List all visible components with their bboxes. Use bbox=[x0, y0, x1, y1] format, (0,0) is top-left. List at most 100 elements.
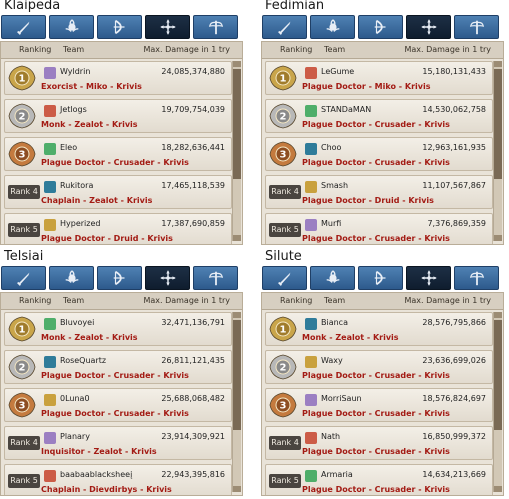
max-damage: 7,376,869,359 bbox=[427, 219, 486, 228]
rank-medal-icon: 3 bbox=[7, 391, 37, 419]
ranking-row[interactable]: Rank 5 Armaria 14,634,213,669 Plague Doctor… bbox=[265, 464, 493, 495]
player-avatar-icon bbox=[305, 67, 317, 79]
tab-fireball[interactable] bbox=[310, 15, 355, 39]
team-classes: Plague Doctor - Crusader - Krivis bbox=[41, 158, 189, 167]
team-classes: Plague Doctor - Miko - Krivis bbox=[302, 82, 431, 91]
ranking-row[interactable]: Rank 4 Nath 16,850,999,372 Plague Doctor - … bbox=[265, 426, 493, 460]
scrollbar[interactable] bbox=[232, 61, 241, 241]
server-panel-klaipeda: Klaipeda Ranking Team Max. Damage in 1 try… bbox=[0, 0, 243, 247]
player-avatar-icon bbox=[44, 67, 56, 79]
ranking-row[interactable]: 3 MorriSaun 18,576,824,697 Plague Doctor - … bbox=[265, 388, 493, 422]
team-classes: Monk - Zealot - Krivis bbox=[41, 120, 138, 129]
tab-bow[interactable] bbox=[97, 266, 142, 290]
bow-icon bbox=[372, 269, 390, 287]
rank-medal-icon: 2 bbox=[7, 353, 37, 381]
fireball-icon bbox=[63, 18, 81, 36]
tab-fireball[interactable] bbox=[310, 266, 355, 290]
fireball-icon bbox=[63, 269, 81, 287]
tab-fireball[interactable] bbox=[49, 266, 94, 290]
leaderboard-header: Ranking Team Max. Damage in 1 try bbox=[1, 293, 242, 310]
ranking-row[interactable]: 1 Bluvoyei 32,471,136,791 Monk - Zealot - K… bbox=[4, 312, 232, 346]
tab-bow[interactable] bbox=[97, 15, 142, 39]
tab-sword[interactable] bbox=[262, 266, 307, 290]
scroll-thumb[interactable] bbox=[494, 320, 502, 430]
scroll-up-icon[interactable] bbox=[494, 61, 502, 67]
ranking-row[interactable]: 1 Bianca 28,576,795,866 Monk - Zealot - Kri… bbox=[265, 312, 493, 346]
tab-staff-wings[interactable] bbox=[193, 266, 238, 290]
scroll-thumb[interactable] bbox=[233, 69, 241, 179]
ranking-row[interactable]: 3 Choo 12,963,161,935 Plague Doctor - Crusa… bbox=[265, 137, 493, 171]
max-damage: 18,282,636,441 bbox=[161, 143, 225, 152]
tab-sword[interactable] bbox=[1, 15, 46, 39]
max-damage: 26,811,121,435 bbox=[161, 356, 225, 365]
rank-medal-icon: 3 bbox=[268, 140, 298, 168]
header-team: Team bbox=[63, 296, 85, 305]
header-ranking: Ranking bbox=[280, 45, 313, 54]
team-classes: Monk - Zealot - Krivis bbox=[41, 333, 138, 342]
fireball-icon bbox=[324, 18, 342, 36]
ranking-row[interactable]: 2 STANDaMAN 14,530,062,758 Plague Doctor - … bbox=[265, 99, 493, 133]
scroll-thumb[interactable] bbox=[494, 69, 502, 179]
ranking-row[interactable]: 3 Eleo 18,282,636,441 Plague Doctor - Crusa… bbox=[4, 137, 232, 171]
tab-bow[interactable] bbox=[358, 266, 403, 290]
ranking-row[interactable]: Rank 4 Smash 11,107,567,867 Plague Doctor -… bbox=[265, 175, 493, 209]
scrollbar[interactable] bbox=[493, 312, 502, 492]
player-name: RoseQuartz bbox=[60, 356, 107, 365]
ranking-row[interactable]: Rank 5 baabaablacksheeį 22,943,395,816 Chap… bbox=[4, 464, 232, 495]
tab-cross-arrows[interactable] bbox=[145, 15, 190, 39]
ranking-row[interactable]: Rank 4 Planary 23,914,309,921 Inquisitor - … bbox=[4, 426, 232, 460]
team-classes: Plague Doctor - Crusader - Krivis bbox=[302, 485, 450, 494]
tab-sword[interactable] bbox=[262, 15, 307, 39]
ranking-row[interactable]: 1 LeGume 15,180,131,433 Plague Doctor - Mik… bbox=[265, 61, 493, 95]
tab-cross-arrows[interactable] bbox=[406, 15, 451, 39]
ranking-row[interactable]: 2 Waxy 23,636,699,026 Plague Doctor - Crusa… bbox=[265, 350, 493, 384]
player-name: Rukitora bbox=[60, 181, 94, 190]
ranking-row[interactable]: 3 0Luna0 25,688,068,482 Plague Doctor - Cru… bbox=[4, 388, 232, 422]
ranking-row[interactable]: 1 Wyldrin 24,085,374,880 Exorcist - Miko - … bbox=[4, 61, 232, 95]
header-team: Team bbox=[324, 296, 346, 305]
scroll-up-icon[interactable] bbox=[494, 312, 502, 318]
scrollbar[interactable] bbox=[232, 312, 241, 492]
tab-sword[interactable] bbox=[1, 266, 46, 290]
tab-staff-wings[interactable] bbox=[454, 15, 499, 39]
tab-bow[interactable] bbox=[358, 15, 403, 39]
leaderboard-header: Ranking Team Max. Damage in 1 try bbox=[1, 42, 242, 59]
tab-cross-arrows[interactable] bbox=[145, 266, 190, 290]
team-classes: Plague Doctor - Crusader - Krivis bbox=[302, 371, 450, 380]
team-classes: Plague Doctor - Crusader - Krivis bbox=[302, 234, 450, 243]
ranking-row[interactable]: Rank 5 Hyperized 17,387,690,859 Plague Doct… bbox=[4, 213, 232, 244]
rank-medal-icon: 1 bbox=[7, 64, 37, 92]
rank-medal-icon: 2 bbox=[268, 353, 298, 381]
player-name: LeGume bbox=[321, 67, 355, 76]
tab-staff-wings[interactable] bbox=[454, 266, 499, 290]
header-damage: Max. Damage in 1 try bbox=[143, 45, 230, 54]
scroll-down-icon[interactable] bbox=[233, 235, 241, 241]
ranking-row[interactable]: 2 RoseQuartz 26,811,121,435 Plague Doctor -… bbox=[4, 350, 232, 384]
ranking-row[interactable]: 2 Jetlogs 19,709,754,039 Monk - Zealot - Kr… bbox=[4, 99, 232, 133]
sword-icon bbox=[276, 18, 294, 36]
ranking-row[interactable]: Rank 5 Murfi 7,376,869,359 Plague Doctor - … bbox=[265, 213, 493, 244]
tab-fireball[interactable] bbox=[49, 15, 94, 39]
server-name: Fedimian bbox=[265, 0, 325, 13]
team-classes: Chaplain - Zealot - Krivis bbox=[41, 196, 153, 205]
header-ranking: Ranking bbox=[19, 296, 52, 305]
header-damage: Max. Damage in 1 try bbox=[404, 45, 491, 54]
tab-staff-wings[interactable] bbox=[193, 15, 238, 39]
scrollbar[interactable] bbox=[493, 61, 502, 241]
scroll-down-icon[interactable] bbox=[494, 486, 502, 492]
scroll-up-icon[interactable] bbox=[233, 61, 241, 67]
cross-arrows-icon bbox=[159, 269, 177, 287]
scroll-thumb[interactable] bbox=[233, 320, 241, 430]
max-damage: 14,530,062,758 bbox=[422, 105, 486, 114]
rank-medal-icon: 3 bbox=[7, 140, 37, 168]
player-name: Planary bbox=[60, 432, 90, 441]
class-filter-tabs bbox=[261, 15, 505, 41]
scroll-down-icon[interactable] bbox=[494, 235, 502, 241]
tab-cross-arrows[interactable] bbox=[406, 266, 451, 290]
ranking-row[interactable]: Rank 4 Rukitora 17,465,118,539 Chaplain - Z… bbox=[4, 175, 232, 209]
rank-medal-icon: 2 bbox=[7, 102, 37, 130]
scroll-up-icon[interactable] bbox=[233, 312, 241, 318]
ranking-list: 1 Wyldrin 24,085,374,880 Exorcist - Miko - … bbox=[4, 61, 232, 244]
scroll-down-icon[interactable] bbox=[233, 486, 241, 492]
server-name: Telsiai bbox=[4, 249, 44, 264]
